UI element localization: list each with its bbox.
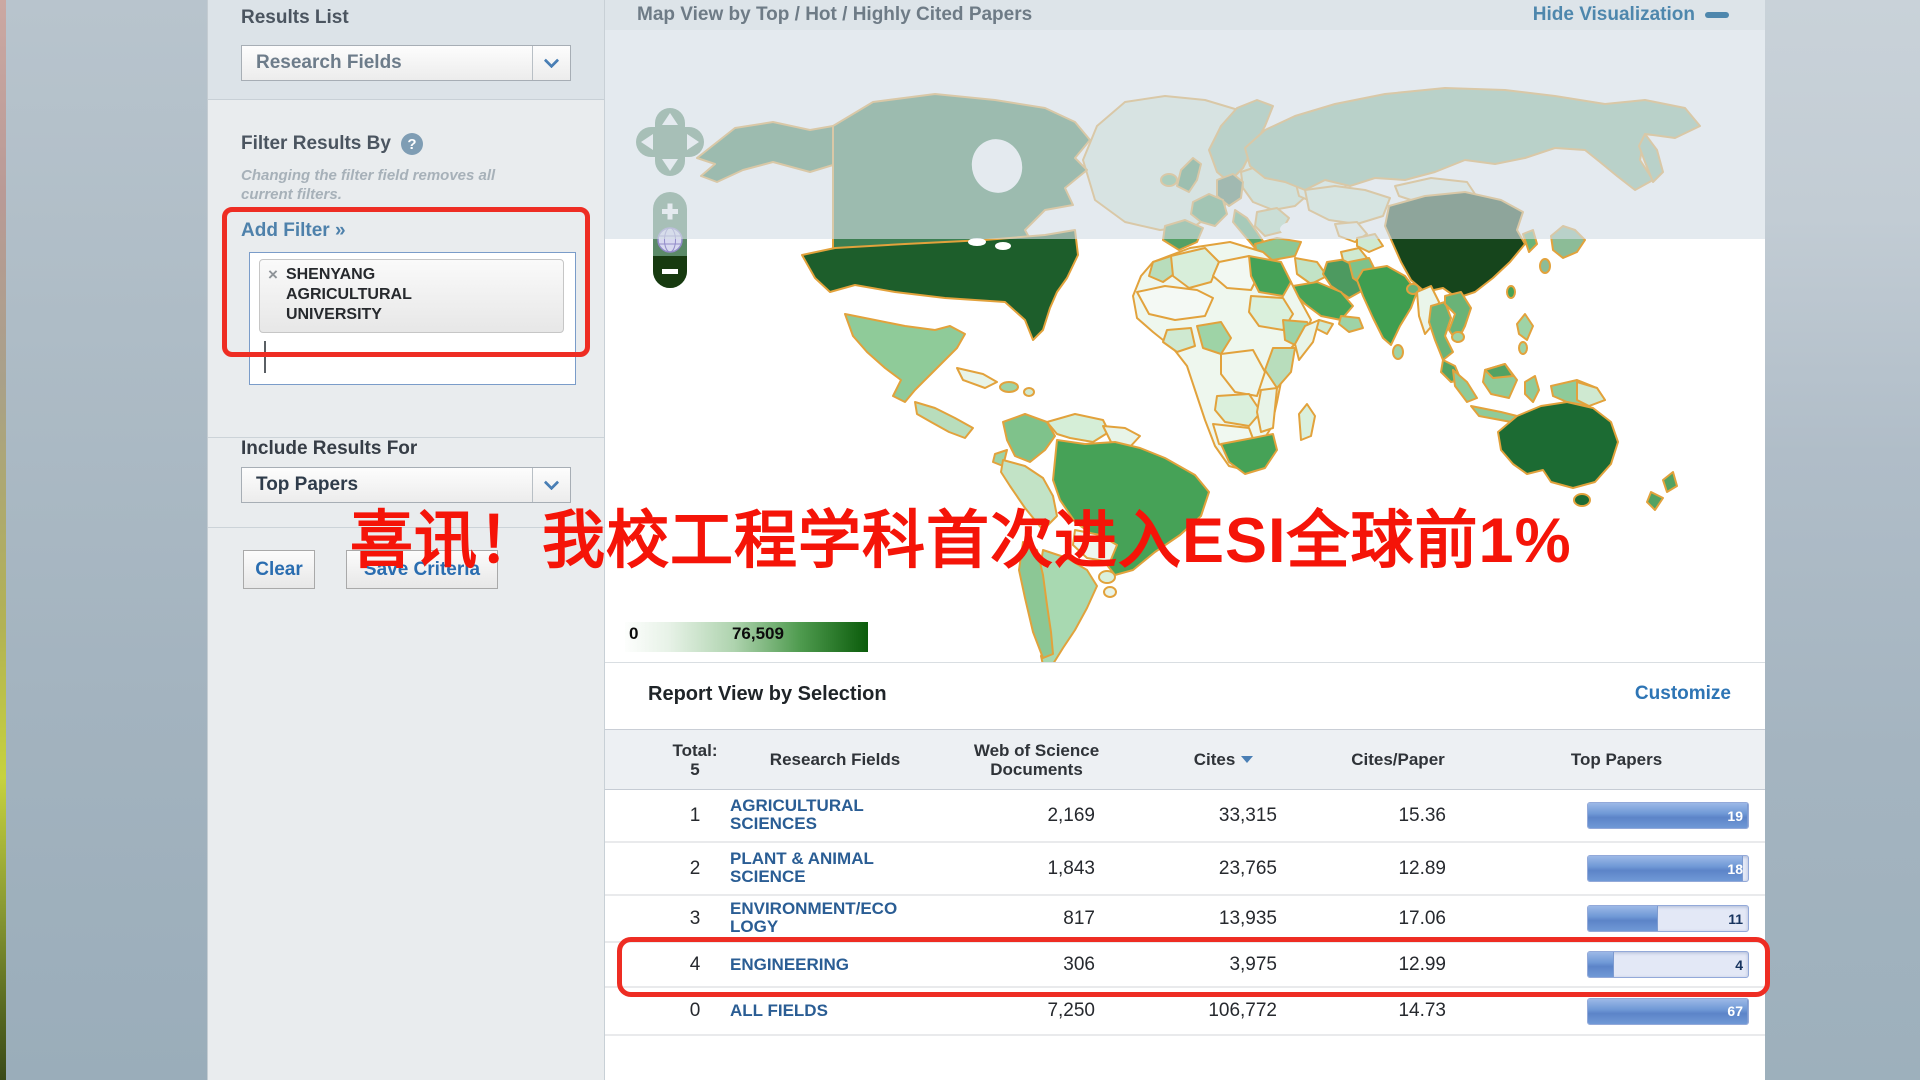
- map-controls[interactable]: [605, 30, 745, 310]
- choropleth-legend: 0 76,509: [625, 622, 868, 652]
- col-cites[interactable]: Cites: [1133, 750, 1314, 769]
- report-header: Report View by Selection Customize: [605, 662, 1765, 730]
- table-row: 3 ENVIRONMENT/ECOLOGY 817 13,935 17.06 1…: [605, 896, 1765, 943]
- collapse-icon: [1705, 12, 1729, 18]
- sort-descending-icon: [1241, 756, 1253, 763]
- row-cites-per-paper: 12.89: [1314, 858, 1482, 880]
- map-header: Map View by Top / Hot / Highly Cited Pap…: [605, 0, 1765, 30]
- row-docs: 7,250: [940, 1000, 1133, 1022]
- include-results-value: Top Papers: [242, 474, 358, 496]
- research-field-link[interactable]: AGRICULTURAL SCIENCES: [730, 797, 898, 833]
- top-papers-bar: 11: [1587, 905, 1749, 932]
- annotation-box-filter: [222, 207, 590, 357]
- filter-note: Changing the filter field removes all cu…: [241, 166, 551, 204]
- col-wos-documents: Web of Science Documents: [940, 741, 1133, 779]
- row-cites: 33,315: [1133, 805, 1314, 827]
- zoom-control: [653, 192, 687, 288]
- legend-min: 0: [629, 624, 638, 644]
- top-papers-value: 18: [1727, 861, 1743, 877]
- globe-icon: [658, 228, 682, 252]
- chevron-down-icon: [544, 52, 560, 68]
- col-research-fields: Research Fields: [730, 750, 940, 769]
- table-row: 1 AGRICULTURAL SCIENCES 2,169 33,315 15.…: [605, 790, 1765, 843]
- include-results-label: Include Results For: [241, 438, 417, 460]
- map-view-title: Map View by Top / Hot / Highly Cited Pap…: [637, 4, 1032, 26]
- banner-text: 喜讯！我校工程学科首次进入ESI全球前1%: [350, 490, 1572, 581]
- results-list-value: Research Fields: [242, 52, 402, 74]
- page: Results List Research Fields Filter Resu…: [0, 0, 1920, 1080]
- row-cites: 23,765: [1133, 858, 1314, 880]
- top-papers-value: 19: [1727, 808, 1743, 824]
- row-rank: 1: [660, 805, 730, 827]
- row-rank: 0: [660, 1000, 730, 1022]
- top-papers-bar: 18: [1587, 855, 1749, 882]
- row-cites: 106,772: [1133, 1000, 1314, 1022]
- row-cites-per-paper: 17.06: [1314, 908, 1482, 930]
- clear-button[interactable]: Clear: [243, 550, 315, 589]
- col-total: Total: 5: [660, 741, 730, 779]
- table-row: 2 PLANT & ANIMAL SCIENCE 1,843 23,765 12…: [605, 843, 1765, 896]
- background-left: [0, 0, 207, 1080]
- results-list-dropdown[interactable]: Research Fields: [241, 45, 571, 81]
- row-docs: 1,843: [940, 858, 1133, 880]
- annotation-box-engineering-row: [617, 937, 1770, 997]
- research-field-link[interactable]: PLANT & ANIMAL SCIENCE: [730, 850, 898, 886]
- customize-link[interactable]: Customize: [1635, 683, 1731, 705]
- background-right: [1765, 0, 1920, 1080]
- pan-control: [636, 108, 704, 176]
- top-papers-bar: 19: [1587, 802, 1749, 829]
- filter-results-by-label: Filter Results By: [241, 133, 391, 155]
- help-icon[interactable]: ?: [401, 133, 423, 155]
- legend-max: 76,509: [732, 624, 784, 644]
- hide-visualization-link[interactable]: Hide Visualization: [1533, 4, 1729, 26]
- table-header-row: Total: 5 Research Fields Web of Science …: [605, 730, 1765, 790]
- row-cites: 13,935: [1133, 908, 1314, 930]
- row-cites-per-paper: 14.73: [1314, 1000, 1482, 1022]
- col-cites-per-paper[interactable]: Cites/Paper: [1314, 750, 1482, 769]
- row-rank: 2: [660, 858, 730, 880]
- chevron-down-icon: [544, 474, 560, 490]
- top-papers-value: 67: [1727, 1003, 1743, 1019]
- row-docs: 817: [940, 908, 1133, 930]
- zoom-out-icon: [662, 269, 678, 274]
- background-photo-edge: [0, 0, 6, 1080]
- dropdown-button[interactable]: [532, 46, 570, 80]
- top-papers-value: 11: [1728, 911, 1743, 927]
- row-cites-per-paper: 15.36: [1314, 805, 1482, 827]
- results-list-label: Results List: [241, 7, 349, 29]
- research-field-link[interactable]: ENVIRONMENT/ECOLOGY: [730, 900, 898, 936]
- row-rank: 3: [660, 908, 730, 930]
- report-title: Report View by Selection: [648, 683, 887, 706]
- row-docs: 2,169: [940, 805, 1133, 827]
- col-top-papers[interactable]: Top Papers: [1482, 750, 1765, 769]
- research-field-link[interactable]: ALL FIELDS: [730, 1002, 898, 1020]
- top-papers-bar: 67: [1587, 998, 1749, 1025]
